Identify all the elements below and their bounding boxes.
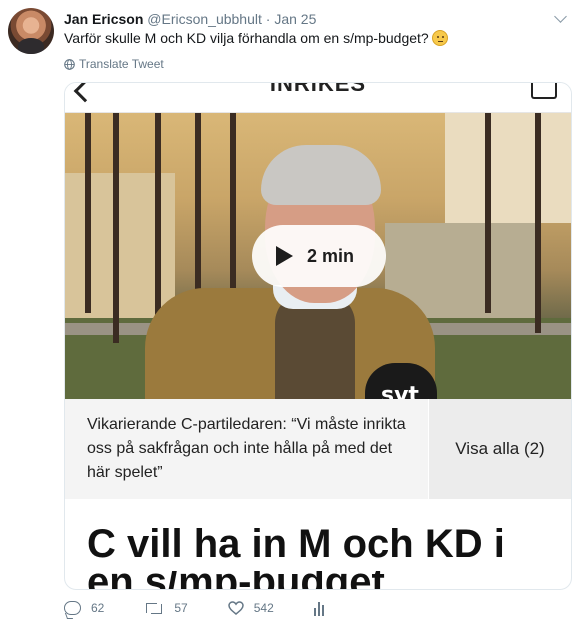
translate-label: Translate Tweet — [79, 57, 164, 71]
analytics-button[interactable] — [313, 600, 326, 616]
video-duration: 2 min — [307, 245, 355, 266]
mic-logo: svt — [381, 383, 419, 399]
card-topbar: INRIKES — [65, 83, 571, 113]
video-tree — [485, 113, 491, 313]
play-button[interactable]: 2 min — [252, 225, 386, 287]
retweet-button[interactable]: 57 — [144, 601, 188, 615]
tweet-header: Jan Ericson @Ericson_ubbhult · Jan 25 — [64, 10, 316, 28]
globe-icon — [64, 58, 75, 70]
reply-icon — [64, 601, 81, 615]
avatar-shirt — [18, 38, 44, 54]
video-thumbnail[interactable]: svt 2 min — [65, 113, 571, 399]
video-tree — [85, 113, 91, 313]
chevron-down-icon[interactable] — [554, 10, 567, 23]
rolling-eyes-emoji-icon — [431, 30, 448, 46]
video-sky — [445, 113, 571, 223]
author-handle[interactable]: @Ericson_ubbhult — [147, 11, 262, 27]
article-headline-cutoff: en s/mp-budget — [87, 571, 557, 589]
video-tree — [155, 113, 161, 328]
avatar[interactable] — [8, 8, 54, 54]
video-tree — [113, 113, 119, 343]
section-label: INRIKES — [269, 82, 367, 96]
link-card[interactable]: INRIKES svt 2 min Vikarierande C-partile… — [64, 82, 572, 590]
retweet-icon — [144, 601, 164, 615]
play-icon — [276, 246, 293, 266]
like-count: 542 — [253, 601, 274, 615]
tweet: Jan Ericson @Ericson_ubbhult · Jan 25 Va… — [0, 0, 581, 623]
retweet-count: 57 — [174, 601, 188, 615]
video-tree — [535, 113, 541, 333]
header-separator: · — [265, 11, 271, 27]
article-headline-cutoff-text: en s/mp-budget — [87, 571, 557, 589]
author-name[interactable]: Jan Ericson — [64, 11, 143, 27]
analytics-icon — [313, 600, 326, 616]
article-headline[interactable]: C vill ha in M och KD i — [87, 519, 505, 569]
tweet-date[interactable]: Jan 25 — [274, 11, 316, 27]
reply-count: 62 — [91, 601, 105, 615]
heart-icon — [227, 601, 244, 615]
reply-button[interactable]: 62 — [64, 601, 104, 615]
tweet-actions: 62 57 542 — [64, 600, 366, 616]
tweet-text: Varför skulle M och KD vilja förhandla o… — [64, 29, 448, 47]
show-all-button[interactable]: Visa alla (2) — [429, 399, 571, 499]
share-icon — [531, 83, 557, 99]
person-hair — [261, 145, 381, 205]
translate-tweet-link[interactable]: Translate Tweet — [64, 57, 164, 71]
like-button[interactable]: 542 — [227, 601, 274, 615]
tweet-text-content: Varför skulle M och KD vilja förhandla o… — [64, 30, 429, 46]
video-caption[interactable]: Vikarierande C-partiledaren: “Vi måste i… — [65, 399, 428, 499]
